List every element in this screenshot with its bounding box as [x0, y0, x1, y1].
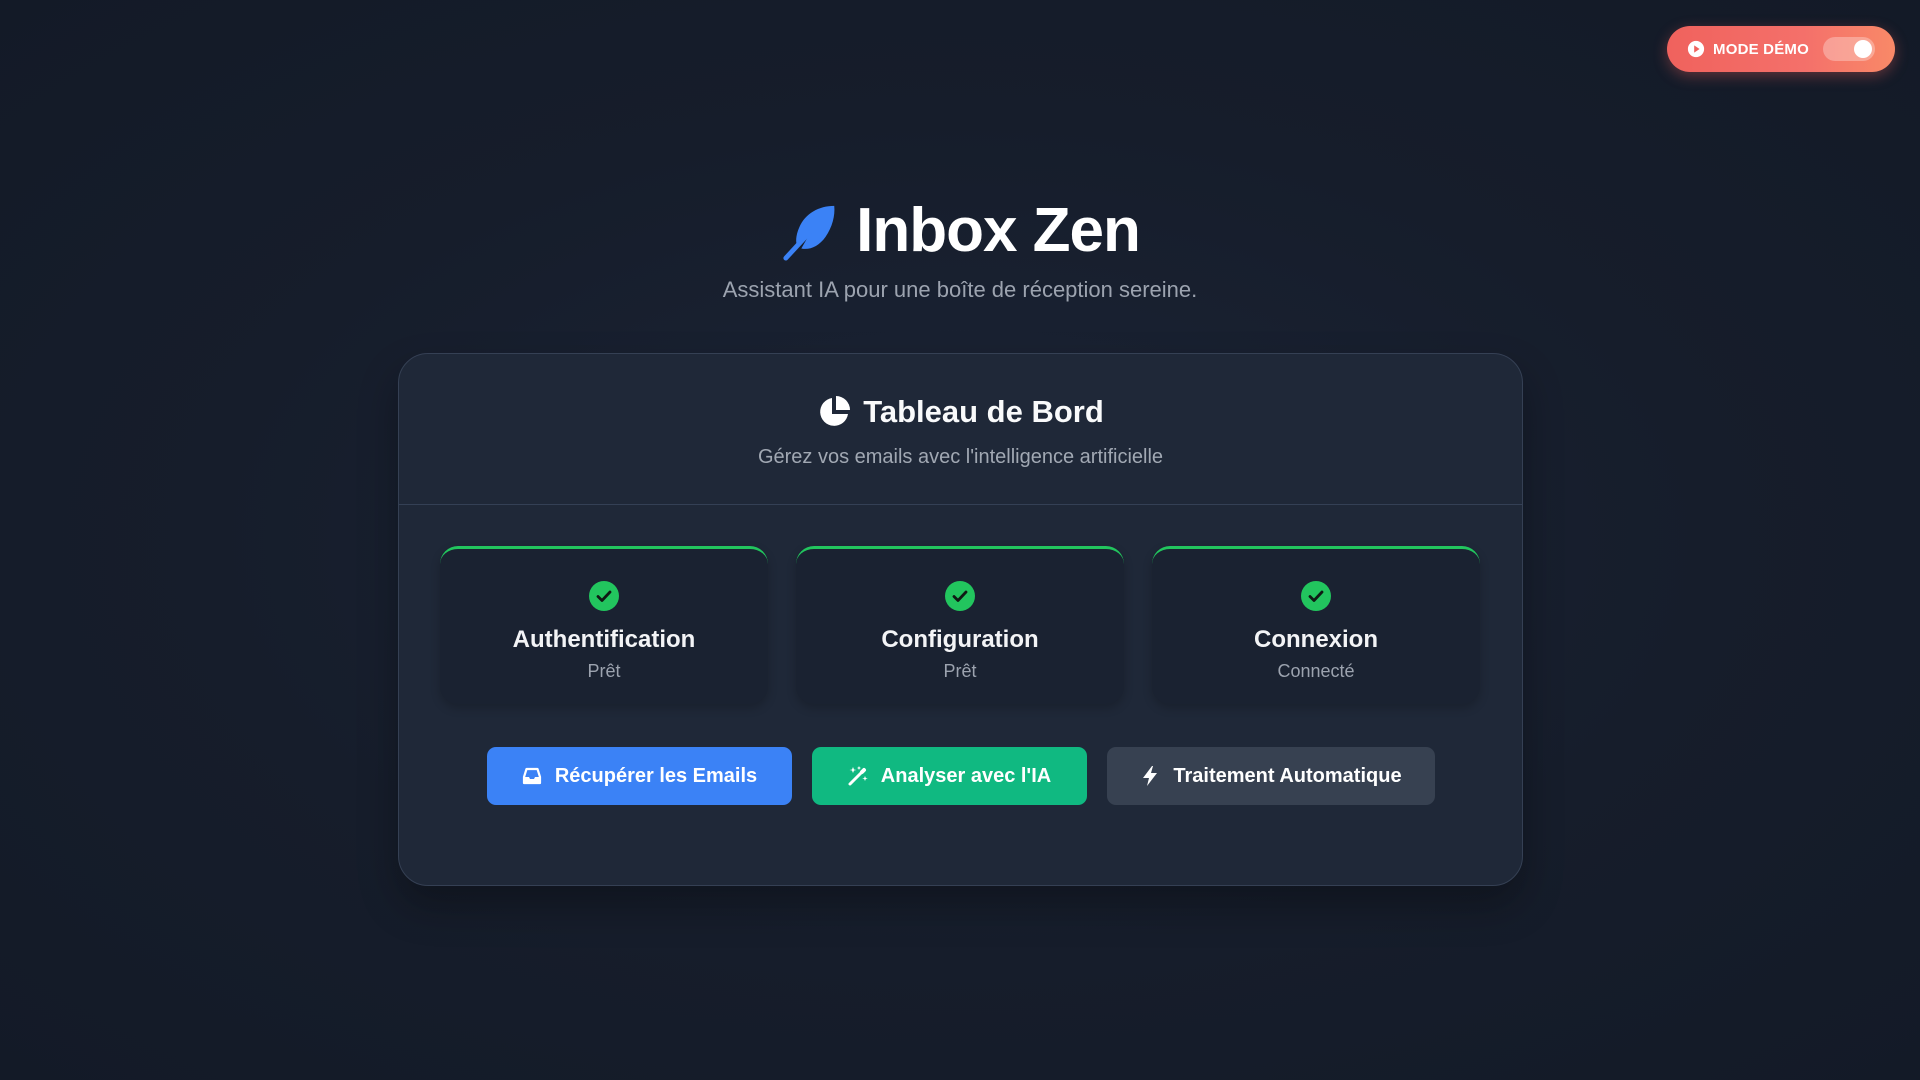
app-tagline: Assistant IA pour une boîte de réception…: [722, 277, 1198, 302]
status-card-authentification: Authentification Prêt: [440, 546, 768, 704]
status-state: Connecté: [1277, 661, 1355, 681]
status-card-connexion: Connexion Connecté: [1152, 546, 1480, 704]
check-circle-icon: [945, 581, 975, 611]
analyze-ai-button[interactable]: Analyser avec l'IA: [811, 747, 1087, 805]
action-buttons: Récupérer les Emails Analyser avec l'IA: [399, 747, 1522, 805]
demo-mode-label: MODE DÉMO: [1713, 40, 1809, 58]
status-card-configuration: Configuration Prêt: [796, 546, 1124, 704]
fetch-emails-label: Récupérer les Emails: [554, 764, 758, 787]
pie-chart-icon: [817, 395, 851, 429]
bolt-icon: [1139, 765, 1161, 787]
play-circle-icon: [1687, 40, 1705, 58]
inbox-icon: [521, 765, 543, 787]
analyze-ai-label: Analyser avec l'IA: [880, 764, 1052, 787]
status-name: Connexion: [1254, 626, 1378, 653]
status-name: Authentification: [512, 626, 696, 653]
magic-wand-icon: [847, 765, 869, 787]
demo-mode-toggle[interactable]: MODE DÉMO: [1667, 26, 1895, 72]
check-circle-icon: [1301, 581, 1331, 611]
status-name: Configuration: [881, 626, 1039, 653]
dashboard-subtitle: Gérez vos emails avec l'intelligence art…: [757, 446, 1164, 468]
fetch-emails-button[interactable]: Récupérer les Emails: [486, 747, 792, 805]
status-cards: Authentification Prêt Configuration Prêt…: [440, 546, 1480, 704]
dashboard-header: Tableau de Bord Gérez vos emails avec l'…: [399, 354, 1522, 505]
demo-mode-switch[interactable]: [1823, 37, 1875, 61]
check-circle-icon: [589, 581, 619, 611]
dashboard-title: Tableau de Bord: [863, 394, 1104, 429]
dashboard-card: Tableau de Bord Gérez vos emails avec l'…: [398, 353, 1523, 886]
brand: Inbox Zen: [780, 196, 1141, 266]
app-header: Inbox Zen Assistant IA pour une boîte de…: [0, 196, 1920, 303]
status-state: Prêt: [943, 661, 977, 681]
status-state: Prêt: [587, 661, 621, 681]
auto-processing-button[interactable]: Traitement Automatique: [1106, 747, 1435, 805]
dashboard-title-row: Tableau de Bord: [817, 394, 1104, 430]
feather-icon: [780, 200, 842, 262]
app-title: Inbox Zen: [856, 196, 1141, 265]
auto-processing-label: Traitement Automatique: [1173, 764, 1402, 787]
switch-knob: [1854, 40, 1872, 58]
